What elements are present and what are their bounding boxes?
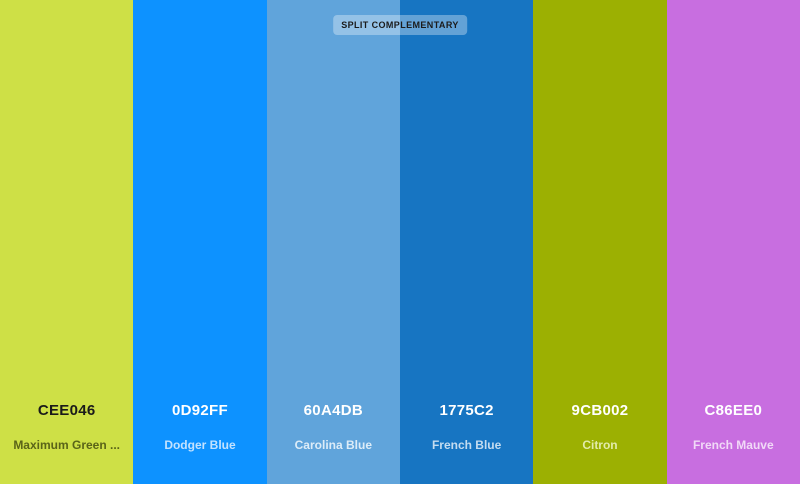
swatch-color-name: Citron [582, 438, 618, 452]
swatch-color-name: Carolina Blue [294, 438, 372, 452]
swatch-color-name: Maximum Green ... [13, 438, 121, 452]
swatch-hex-code[interactable]: 60A4DB [267, 402, 400, 419]
swatch-hex-code[interactable]: 1775C2 [400, 402, 533, 419]
swatch-hex-code[interactable]: C86EE0 [667, 402, 800, 419]
swatch-maximum-green[interactable]: CEE046 Maximum Green ... [0, 0, 134, 484]
swatch-french-mauve[interactable]: C86EE0 French Mauve [666, 0, 800, 484]
swatch-dodger-blue[interactable]: 0D92FF Dodger Blue [133, 0, 267, 484]
swatch-color-name: French Blue [431, 438, 502, 452]
swatch-french-blue[interactable]: 1775C2 French Blue [399, 0, 534, 484]
swatch-hex-code[interactable]: CEE046 [0, 402, 133, 419]
palette-type-badge: SPLIT COMPLEMENTARY [333, 15, 467, 35]
swatch-hex-code[interactable]: 9CB002 [533, 402, 666, 419]
swatch-color-name: Dodger Blue [164, 438, 236, 452]
swatch-color-name: French Mauve [692, 438, 774, 452]
swatch-carolina-blue[interactable]: 60A4DB Carolina Blue [266, 0, 400, 484]
color-palette: CEE046 Maximum Green ... 0D92FF Dodger B… [0, 0, 800, 484]
swatch-citron[interactable]: 9CB002 Citron [533, 0, 667, 484]
swatch-hex-code[interactable]: 0D92FF [133, 402, 266, 419]
